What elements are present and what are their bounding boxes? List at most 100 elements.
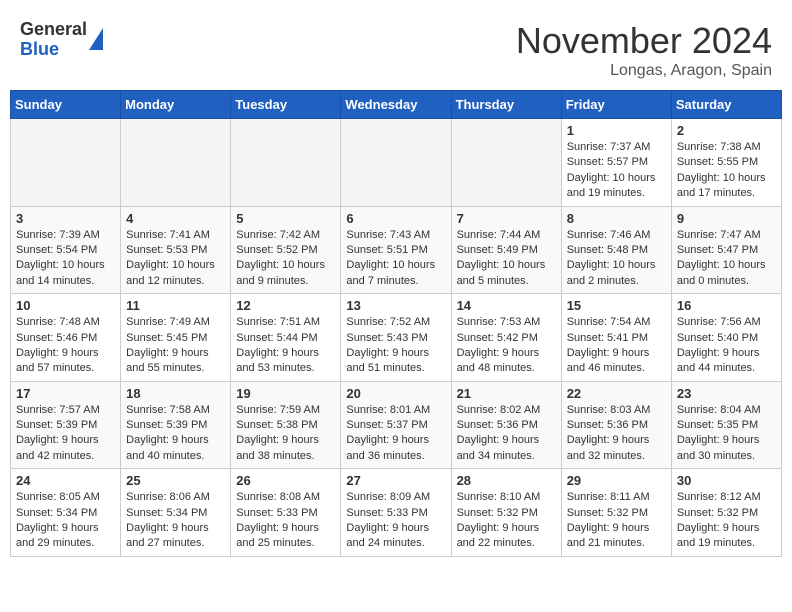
calendar-cell: 1 Sunrise: 7:37 AM Sunset: 5:57 PM Daylig…: [561, 119, 671, 207]
day-number: 8: [567, 211, 666, 226]
calendar-cell: 21 Sunrise: 8:02 AM Sunset: 5:36 PM Dayli…: [451, 381, 561, 469]
day-number: 9: [677, 211, 776, 226]
day-info: Sunrise: 7:56 AM Sunset: 5:40 PM Dayligh…: [677, 315, 776, 377]
day-info: Sunrise: 7:47 AM Sunset: 5:47 PM Dayligh…: [677, 228, 776, 290]
calendar-cell: 11Sunrise: 7:49 AM Sunset: 5:45 PM Dayli…: [121, 294, 231, 382]
day-info: Sunrise: 8:01 AM Sunset: 5:37 PM Dayligh…: [346, 403, 445, 465]
day-number: 15: [567, 298, 666, 313]
calendar-header-thursday: Thursday: [451, 91, 561, 119]
calendar-cell: 4 Sunrise: 7:41 AM Sunset: 5:53 PM Daylig…: [121, 206, 231, 294]
day-number: 7: [457, 211, 556, 226]
calendar-cell: 12 Sunrise: 7:51 AM Sunset: 5:44 PM Dayli…: [231, 294, 341, 382]
day-info: Sunrise: 7:43 AM Sunset: 5:51 PM Dayligh…: [346, 228, 445, 290]
day-number: 22: [567, 386, 666, 401]
calendar-header-wednesday: Wednesday: [341, 91, 451, 119]
day-number: 16: [677, 298, 776, 313]
day-number: 10: [16, 298, 115, 313]
calendar-cell: 28Sunrise: 8:10 AM Sunset: 5:32 PM Dayli…: [451, 469, 561, 557]
day-info: Sunrise: 8:11 AM Sunset: 5:32 PM Dayligh…: [567, 490, 666, 552]
location: Longas, Aragon, Spain: [516, 62, 772, 80]
day-number: 13: [346, 298, 445, 313]
calendar-cell: 9 Sunrise: 7:47 AM Sunset: 5:47 PM Daylig…: [671, 206, 781, 294]
logo-arrow-icon: [89, 28, 103, 50]
calendar-table: SundayMondayTuesdayWednesdayThursdayFrid…: [10, 90, 782, 557]
calendar-cell: 15 Sunrise: 7:54 AM Sunset: 5:41 PM Dayli…: [561, 294, 671, 382]
day-number: 23: [677, 386, 776, 401]
calendar-cell: 25Sunrise: 8:06 AM Sunset: 5:34 PM Dayli…: [121, 469, 231, 557]
calendar-cell: 13 Sunrise: 7:52 AM Sunset: 5:43 PM Dayli…: [341, 294, 451, 382]
calendar-cell: [451, 119, 561, 207]
day-info: Sunrise: 8:05 AM Sunset: 5:34 PM Dayligh…: [16, 490, 115, 552]
logo: General Blue: [20, 20, 103, 60]
day-number: 4: [126, 211, 225, 226]
calendar-header-saturday: Saturday: [671, 91, 781, 119]
title-section: November 2024 Longas, Aragon, Spain: [516, 20, 772, 80]
day-number: 26: [236, 473, 335, 488]
day-info: Sunrise: 7:38 AM Sunset: 5:55 PM Dayligh…: [677, 140, 776, 202]
day-number: 17: [16, 386, 115, 401]
day-number: 5: [236, 211, 335, 226]
calendar-cell: 20 Sunrise: 8:01 AM Sunset: 5:37 PM Dayli…: [341, 381, 451, 469]
day-number: 30: [677, 473, 776, 488]
logo-general: General: [20, 20, 87, 40]
day-info: Sunrise: 7:53 AM Sunset: 5:42 PM Dayligh…: [457, 315, 556, 377]
calendar-cell: 29 Sunrise: 8:11 AM Sunset: 5:32 PM Dayli…: [561, 469, 671, 557]
day-number: 24: [16, 473, 115, 488]
calendar-cell: 7 Sunrise: 7:44 AM Sunset: 5:49 PM Daylig…: [451, 206, 561, 294]
calendar-cell: 5Sunrise: 7:42 AM Sunset: 5:52 PM Daylig…: [231, 206, 341, 294]
day-number: 3: [16, 211, 115, 226]
logo-text: General Blue: [20, 20, 87, 60]
calendar-header-tuesday: Tuesday: [231, 91, 341, 119]
day-info: Sunrise: 7:51 AM Sunset: 5:44 PM Dayligh…: [236, 315, 335, 377]
page-header: General Blue November 2024 Longas, Arago…: [10, 10, 782, 85]
calendar-cell: 22 Sunrise: 8:03 AM Sunset: 5:36 PM Dayli…: [561, 381, 671, 469]
calendar-cell: 6 Sunrise: 7:43 AM Sunset: 5:51 PM Daylig…: [341, 206, 451, 294]
month-title: November 2024: [516, 20, 772, 62]
day-number: 14: [457, 298, 556, 313]
calendar-cell: 27 Sunrise: 8:09 AM Sunset: 5:33 PM Dayli…: [341, 469, 451, 557]
calendar-cell: 10 Sunrise: 7:48 AM Sunset: 5:46 PM Dayli…: [11, 294, 121, 382]
day-number: 28: [457, 473, 556, 488]
day-number: 19: [236, 386, 335, 401]
day-info: Sunrise: 8:06 AM Sunset: 5:34 PM Dayligh…: [126, 490, 225, 552]
day-number: 21: [457, 386, 556, 401]
day-number: 18: [126, 386, 225, 401]
calendar-cell: 8Sunrise: 7:46 AM Sunset: 5:48 PM Daylig…: [561, 206, 671, 294]
calendar-cell: [341, 119, 451, 207]
day-info: Sunrise: 7:44 AM Sunset: 5:49 PM Dayligh…: [457, 228, 556, 290]
day-number: 20: [346, 386, 445, 401]
day-info: Sunrise: 7:52 AM Sunset: 5:43 PM Dayligh…: [346, 315, 445, 377]
day-number: 12: [236, 298, 335, 313]
calendar-cell: 26 Sunrise: 8:08 AM Sunset: 5:33 PM Dayli…: [231, 469, 341, 557]
day-info: Sunrise: 7:58 AM Sunset: 5:39 PM Dayligh…: [126, 403, 225, 465]
day-info: Sunrise: 7:59 AM Sunset: 5:38 PM Dayligh…: [236, 403, 335, 465]
calendar-cell: [121, 119, 231, 207]
day-info: Sunrise: 7:41 AM Sunset: 5:53 PM Dayligh…: [126, 228, 225, 290]
calendar-cell: 18 Sunrise: 7:58 AM Sunset: 5:39 PM Dayli…: [121, 381, 231, 469]
day-info: Sunrise: 8:02 AM Sunset: 5:36 PM Dayligh…: [457, 403, 556, 465]
logo-blue: Blue: [20, 40, 87, 60]
calendar-cell: [231, 119, 341, 207]
day-info: Sunrise: 8:04 AM Sunset: 5:35 PM Dayligh…: [677, 403, 776, 465]
day-info: Sunrise: 7:54 AM Sunset: 5:41 PM Dayligh…: [567, 315, 666, 377]
calendar-cell: 19 Sunrise: 7:59 AM Sunset: 5:38 PM Dayli…: [231, 381, 341, 469]
day-number: 6: [346, 211, 445, 226]
day-info: Sunrise: 8:08 AM Sunset: 5:33 PM Dayligh…: [236, 490, 335, 552]
day-number: 29: [567, 473, 666, 488]
calendar-cell: 24 Sunrise: 8:05 AM Sunset: 5:34 PM Dayli…: [11, 469, 121, 557]
calendar-cell: 3Sunrise: 7:39 AM Sunset: 5:54 PM Daylig…: [11, 206, 121, 294]
day-number: 2: [677, 123, 776, 138]
calendar-header-friday: Friday: [561, 91, 671, 119]
calendar-cell: 23 Sunrise: 8:04 AM Sunset: 5:35 PM Dayli…: [671, 381, 781, 469]
day-info: Sunrise: 8:09 AM Sunset: 5:33 PM Dayligh…: [346, 490, 445, 552]
calendar-header-monday: Monday: [121, 91, 231, 119]
calendar-cell: 14 Sunrise: 7:53 AM Sunset: 5:42 PM Dayli…: [451, 294, 561, 382]
day-info: Sunrise: 8:03 AM Sunset: 5:36 PM Dayligh…: [567, 403, 666, 465]
day-info: Sunrise: 7:57 AM Sunset: 5:39 PM Dayligh…: [16, 403, 115, 465]
day-info: Sunrise: 7:48 AM Sunset: 5:46 PM Dayligh…: [16, 315, 115, 377]
day-number: 1: [567, 123, 666, 138]
day-info: Sunrise: 7:37 AM Sunset: 5:57 PM Dayligh…: [567, 140, 666, 202]
day-number: 27: [346, 473, 445, 488]
calendar-cell: 17 Sunrise: 7:57 AM Sunset: 5:39 PM Dayli…: [11, 381, 121, 469]
calendar-cell: 16 Sunrise: 7:56 AM Sunset: 5:40 PM Dayli…: [671, 294, 781, 382]
